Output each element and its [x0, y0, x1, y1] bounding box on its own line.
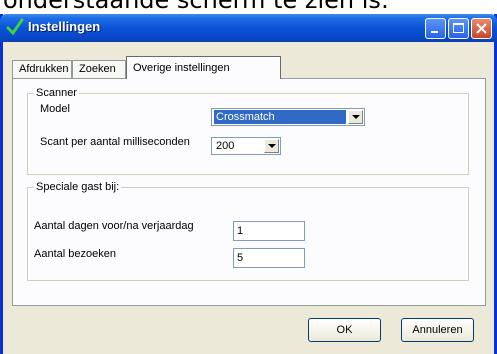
chevron-down-icon [268, 144, 276, 148]
interval-dropdown-button[interactable] [264, 139, 279, 153]
visits-input[interactable]: 5 [233, 248, 305, 268]
interval-value: 200 [216, 140, 235, 152]
interval-label: Scant per aantal milliseconden [40, 136, 190, 148]
close-icon [476, 23, 487, 34]
model-label: Model [40, 103, 70, 115]
close-button[interactable] [471, 18, 492, 39]
minimize-icon [431, 31, 438, 33]
visits-label: Aantal bezoeken [34, 248, 116, 260]
tab-overige-instellingen[interactable]: Overige instellingen [126, 56, 281, 79]
special-guest-group: Speciale gast bij: Aantal dagen voor/na … [27, 181, 469, 281]
chevron-down-icon [352, 115, 360, 119]
interval-select[interactable]: 200 [211, 137, 281, 155]
title-bar[interactable]: Instellingen [0, 14, 497, 42]
tab-afdrukken[interactable]: Afdrukken [12, 60, 72, 78]
model-select[interactable]: Crossmatch [211, 108, 365, 126]
maximize-icon [453, 23, 464, 33]
special-guest-legend: Speciale gast bij: [34, 181, 122, 194]
model-value: Crossmatch [214, 110, 346, 124]
scanner-group: Scanner Model Crossmatch Scant per aanta… [27, 87, 469, 175]
days-input[interactable]: 1 [233, 221, 305, 241]
window-title: Instellingen [28, 19, 101, 34]
minimize-button[interactable] [425, 18, 446, 39]
cancel-button[interactable]: Annuleren [401, 318, 474, 342]
model-dropdown-button[interactable] [348, 110, 363, 124]
maximize-button[interactable] [448, 18, 469, 39]
checkmark-icon [6, 18, 24, 36]
tab-zoeken[interactable]: Zoeken [72, 60, 126, 78]
tab-panel: Scanner Model Crossmatch Scant per aanta… [12, 78, 486, 306]
ok-button[interactable]: OK [308, 318, 381, 342]
days-label: Aantal dagen voor/na verjaardag [34, 220, 194, 232]
settings-dialog: Instellingen Afdrukken Zoeken Overige in… [0, 14, 497, 354]
scanner-legend: Scanner [34, 87, 79, 100]
